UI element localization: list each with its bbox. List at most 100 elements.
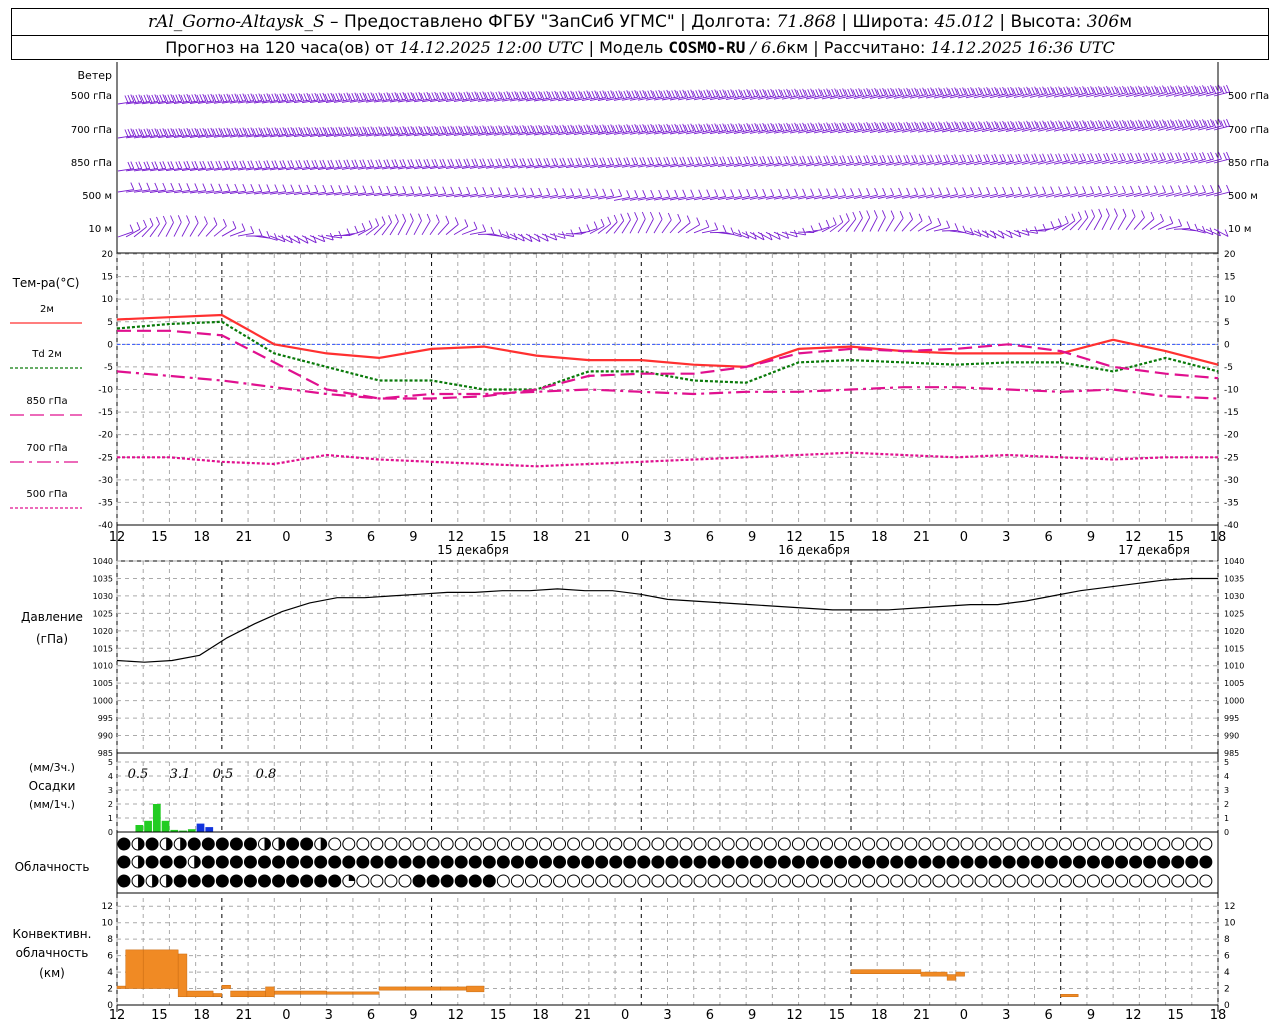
temp-xtick: 21 xyxy=(575,530,592,545)
conv-xtick: 18 xyxy=(193,1008,210,1023)
precip-unit-1h: (мм/1ч.) xyxy=(29,798,75,811)
cloud-symbol xyxy=(834,874,848,888)
cloud-symbol xyxy=(679,855,693,869)
precip-total-label: 0.5 xyxy=(128,767,149,782)
cloud-symbol xyxy=(946,874,960,888)
conv-bar xyxy=(405,986,441,991)
temp-ytick-left: -35 xyxy=(98,498,113,508)
conv-bar xyxy=(274,990,301,995)
precip-bar-1h xyxy=(196,823,205,832)
cloud-symbol xyxy=(609,837,623,851)
pressure-ytick-left: 995 xyxy=(98,714,113,723)
cloud-symbol xyxy=(960,837,974,851)
cloud-symbol xyxy=(777,874,791,888)
cloud-symbol xyxy=(721,855,735,869)
temp-xtick: 9 xyxy=(748,530,756,545)
precip-bar-3h xyxy=(152,804,161,832)
cloud-title: Облачность xyxy=(15,860,90,874)
conv-xtick: 6 xyxy=(367,1008,375,1023)
cloud-symbol xyxy=(524,855,538,869)
cloud-symbol xyxy=(454,874,468,888)
conv-xtick: 12 xyxy=(109,1008,126,1023)
pressure-ytick-right: 1000 xyxy=(1224,697,1244,706)
cloud-symbol xyxy=(1157,855,1171,869)
pressure-title: Давление xyxy=(21,610,83,624)
temp-legend-label: 2м xyxy=(40,304,54,315)
conv-ytick-left: 4 xyxy=(107,968,113,978)
cloud-symbol xyxy=(482,855,496,869)
conv-xtick: 15 xyxy=(829,1008,846,1023)
day-label: 16 декабря xyxy=(778,543,850,557)
conv-xtick: 15 xyxy=(1167,1008,1184,1023)
pressure-ytick-right: 1005 xyxy=(1224,679,1244,688)
cloud-symbol xyxy=(609,855,623,869)
conv-xtick: 21 xyxy=(236,1008,253,1023)
cloud-symbol xyxy=(145,855,159,869)
temp-xtick: 3 xyxy=(663,530,671,545)
cloud-symbol-fill xyxy=(152,875,159,887)
cloud-symbol xyxy=(1030,837,1044,851)
cloud-symbol xyxy=(272,855,286,869)
cloud-symbol xyxy=(454,855,468,869)
cloud-symbol xyxy=(328,874,342,888)
temp-xtick: 18 xyxy=(1210,530,1227,545)
conv-ytick-right: 12 xyxy=(1224,902,1235,912)
temp-ytick-right: 5 xyxy=(1224,318,1230,328)
cloud-symbol-fill xyxy=(320,838,327,850)
cloud-symbol xyxy=(1143,837,1157,851)
wind-level-right: 10 м xyxy=(1228,224,1251,235)
cloud-symbol-fill xyxy=(348,875,355,881)
conv-bar xyxy=(352,991,380,995)
cloud-symbol xyxy=(524,837,538,851)
temp-ytick-right: 0 xyxy=(1224,340,1230,350)
temp-ytick-left: 10 xyxy=(102,295,114,305)
conv-xtick: 0 xyxy=(960,1008,968,1023)
cloud-symbol-fill xyxy=(278,838,285,850)
temp-ytick-left: 15 xyxy=(102,273,113,283)
cloud-symbol xyxy=(370,837,384,851)
pressure-ytick-right: 985 xyxy=(1224,749,1239,758)
pressure-ytick-right: 995 xyxy=(1224,714,1239,723)
meteogram-chart: Ветер 500 гПа 500 гПа 700 гПа 700 гПа 850 гПа… xyxy=(10,62,1269,1023)
temp-ytick-right: -15 xyxy=(1224,408,1239,418)
cloud-symbol xyxy=(187,874,201,888)
cloud-symbol xyxy=(707,874,721,888)
cloud-symbol xyxy=(553,837,567,851)
cloud-symbol xyxy=(553,855,567,869)
temp-ytick-left: -15 xyxy=(98,408,113,418)
conv-bar xyxy=(142,949,179,989)
conv-bar xyxy=(212,993,223,998)
cloud-symbol xyxy=(314,855,328,869)
conv-xtick: 12 xyxy=(1125,1008,1142,1023)
wind-barbs-row xyxy=(117,208,1229,244)
temp-legend-label: 500 гПа xyxy=(26,489,67,500)
cloud-symbol xyxy=(735,874,749,888)
temp-ytick-left: 20 xyxy=(102,250,114,260)
pressure-ytick-right: 990 xyxy=(1224,732,1239,741)
conv-xtick: 6 xyxy=(706,1008,714,1023)
cloud-symbol xyxy=(1101,837,1114,851)
temp-xtick: 9 xyxy=(409,530,417,545)
cloud-symbol xyxy=(1157,837,1171,851)
cloud-symbol xyxy=(356,874,370,888)
cloud-symbol xyxy=(314,874,328,888)
cloud-symbol xyxy=(243,855,257,869)
cloud-symbol xyxy=(328,837,342,851)
wind-level-left: 10 м xyxy=(89,224,112,235)
cloud-symbol xyxy=(735,855,749,869)
cloud-symbol xyxy=(876,837,890,851)
cloud-symbol xyxy=(1086,874,1100,888)
cloud-symbol xyxy=(1199,874,1213,888)
cloud-symbol xyxy=(1171,837,1185,851)
conv-ytick-left: 12 xyxy=(102,902,113,912)
temp-legend-label: 700 гПа xyxy=(26,443,67,454)
cloud-symbol xyxy=(1086,837,1100,851)
conv-title-3: (км) xyxy=(39,966,65,980)
cloud-symbol xyxy=(1072,855,1086,869)
cloud-symbol xyxy=(229,837,243,851)
cloud-symbol xyxy=(1199,855,1213,869)
cloud-symbol xyxy=(159,855,173,869)
cloud-symbol xyxy=(524,874,538,888)
pressure-ytick-left: 1005 xyxy=(93,679,113,688)
cloud-symbol xyxy=(862,874,876,888)
